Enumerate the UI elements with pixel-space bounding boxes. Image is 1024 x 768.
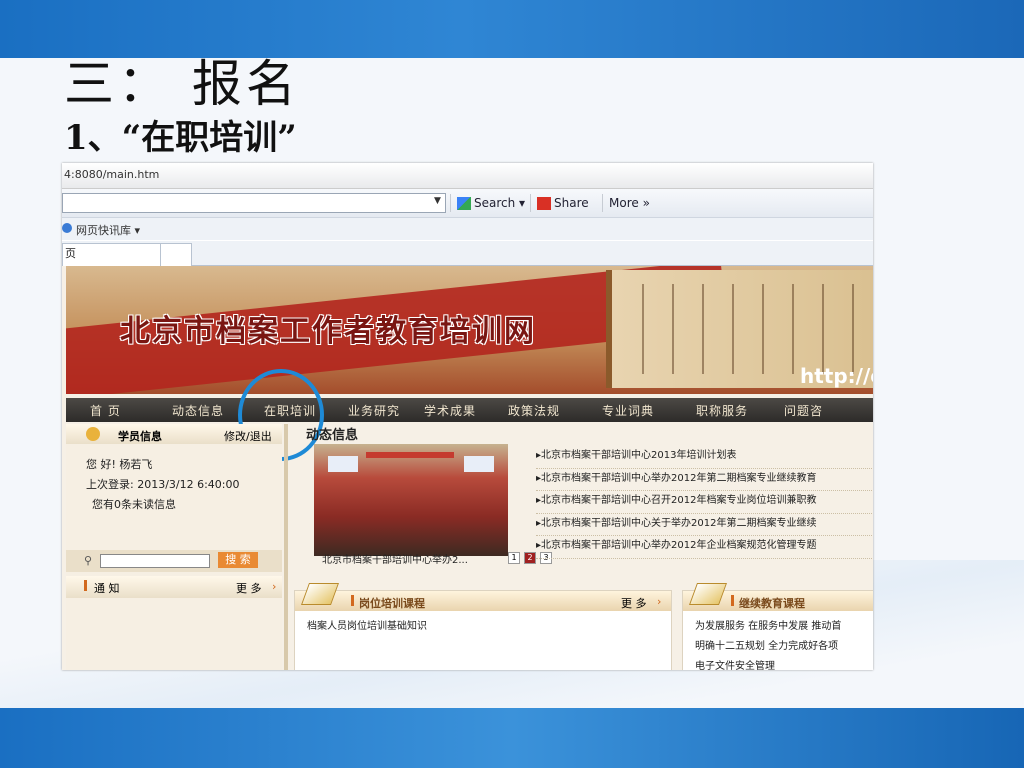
slide-subtitle: 1、“在职培训” bbox=[64, 118, 297, 158]
news-list: ▸北京市档案干部培训中心2013年培训计划表 ▸北京市档案干部培训中心举办201… bbox=[536, 446, 873, 559]
dropdown-arrow-icon[interactable]: ▼ bbox=[434, 196, 441, 206]
nav-research[interactable]: 业务研究 bbox=[348, 402, 400, 419]
course-item[interactable]: 为发展服务 在服务中发展 推动首 bbox=[695, 617, 841, 632]
news-title: 动态信息 bbox=[306, 428, 359, 443]
toolbar-search-input[interactable] bbox=[62, 193, 446, 213]
news-photo[interactable] bbox=[314, 444, 508, 556]
site-search-input[interactable] bbox=[100, 554, 210, 568]
book-icon bbox=[300, 583, 340, 605]
continuing-courses-title: 继续教育课程 bbox=[739, 597, 805, 610]
news-item[interactable]: ▸北京市档案干部培训中心召开2012年档案专业岗位培训兼职教 bbox=[536, 491, 873, 514]
news-section: 动态信息 北京市档案干部培训中心举办2... 1 2 3 ▸北京市档案干部培训中… bbox=[290, 424, 873, 566]
nav-title-service[interactable]: 职称服务 bbox=[696, 402, 748, 419]
left-column: 学员信息 修改/退出 您 好! 杨若飞 上次登录: 2013/3/12 6:40… bbox=[66, 424, 282, 670]
search-button[interactable]: Search ▾ bbox=[450, 194, 525, 212]
share-icon bbox=[537, 197, 551, 210]
post-training-courses: 岗位培训课程 更 多 › 档案人员岗位培训基础知识 bbox=[294, 583, 672, 670]
favorites-bar: 网页快讯库 ▾ bbox=[62, 218, 873, 240]
notice-header: 通 知 更 多 › bbox=[66, 576, 282, 598]
nav-faq[interactable]: 问题咨 bbox=[784, 402, 823, 419]
nav-news[interactable]: 动态信息 bbox=[172, 402, 224, 419]
address-bar[interactable]: 4:8080/main.htm bbox=[62, 163, 873, 189]
user-panel-header: 学员信息 修改/退出 bbox=[66, 424, 282, 444]
tab-strip: 页 bbox=[62, 241, 873, 266]
magnifier-icon: ⚲ bbox=[84, 554, 93, 567]
course-item[interactable]: 明确十二五规划 全力完成好各项 bbox=[695, 637, 838, 652]
course-item[interactable]: 档案人员岗位培训基础知识 bbox=[307, 617, 427, 632]
notice-title: 通 知 bbox=[94, 582, 120, 595]
user-panel-title: 学员信息 bbox=[118, 430, 162, 443]
browser-screenshot: 4:8080/main.htm ▼ Search ▾ Share More » … bbox=[62, 163, 873, 670]
tab-active[interactable]: 页 bbox=[62, 243, 162, 266]
site-search-button[interactable]: 搜 索 bbox=[218, 552, 258, 568]
more-button[interactable]: More » bbox=[602, 194, 650, 212]
website-page: 北京市档案工作者教育培训网 http://e 首 页 动态信息 在职培训 业务研… bbox=[62, 266, 873, 670]
column-divider bbox=[284, 424, 288, 670]
share-button[interactable]: Share bbox=[530, 194, 589, 212]
greeting: 您 好! 杨若飞 bbox=[86, 458, 153, 471]
post-courses-more[interactable]: 更 多 bbox=[621, 595, 647, 611]
notice-more-link[interactable]: 更 多 bbox=[236, 580, 262, 596]
continuing-courses-header: 继续教育课程 bbox=[683, 583, 873, 611]
edit-logout-link[interactable]: 修改/退出 bbox=[224, 428, 272, 444]
photo-caption[interactable]: 北京市档案干部培训中心举办2... bbox=[322, 551, 468, 566]
post-courses-header: 岗位培训课程 更 多 › bbox=[295, 583, 671, 611]
course-item[interactable]: 电子文件安全管理 bbox=[695, 657, 775, 670]
chevron-right-icon: › bbox=[272, 580, 277, 593]
banner-url: http://e bbox=[800, 364, 873, 388]
nav-dictionary[interactable]: 专业词典 bbox=[602, 402, 654, 419]
address-text: 4:8080/main.htm bbox=[64, 168, 160, 181]
nav-policies[interactable]: 政策法规 bbox=[508, 402, 560, 419]
continuing-education-courses: 继续教育课程 为发展服务 在服务中发展 推动首 明确十二五规划 全力完成好各项 … bbox=[682, 583, 873, 670]
pager-2[interactable]: 2 bbox=[524, 552, 536, 564]
news-item[interactable]: ▸北京市档案干部培训中心2013年培训计划表 bbox=[536, 446, 873, 469]
site-search: ⚲ 搜 索 bbox=[66, 550, 282, 572]
web-slice-icon bbox=[62, 223, 72, 233]
unread-messages[interactable]: 您有0条未读信息 bbox=[92, 496, 176, 512]
nav-home[interactable]: 首 页 bbox=[90, 402, 121, 419]
favorites-item[interactable]: 网页快讯库 ▾ bbox=[76, 222, 140, 238]
news-item[interactable]: ▸北京市档案干部培训中心举办2012年企业档案规范化管理专题 bbox=[536, 536, 873, 559]
site-banner: 北京市档案工作者教育培训网 http://e bbox=[66, 266, 873, 394]
chevron-right-icon: › bbox=[657, 595, 662, 608]
new-tab-button[interactable] bbox=[160, 243, 192, 266]
nav-achievements[interactable]: 学术成果 bbox=[424, 402, 476, 419]
google-search-icon bbox=[457, 197, 471, 210]
post-courses-title: 岗位培训课程 bbox=[359, 597, 425, 610]
news-item[interactable]: ▸北京市档案干部培训中心举办2012年第二期档案专业继续教育 bbox=[536, 469, 873, 491]
site-name: 北京市档案工作者教育培训网 bbox=[120, 314, 536, 349]
site-nav: 首 页 动态信息 在职培训 业务研究 学术成果 政策法规 专业词典 职称服务 问… bbox=[66, 398, 873, 422]
browser-toolbar: ▼ Search ▾ Share More » bbox=[62, 189, 873, 218]
bullet-icon bbox=[84, 580, 87, 591]
user-icon bbox=[86, 427, 100, 441]
last-login: 上次登录: 2013/3/12 6:40:00 bbox=[86, 478, 240, 491]
news-item[interactable]: ▸北京市档案干部培训中心关于举办2012年第二期档案专业继续 bbox=[536, 514, 873, 536]
slide-footer-band bbox=[0, 708, 1024, 768]
book-icon bbox=[688, 583, 728, 605]
slide-title: 三： 报名 bbox=[64, 55, 300, 113]
pager-1[interactable]: 1 bbox=[508, 552, 520, 564]
